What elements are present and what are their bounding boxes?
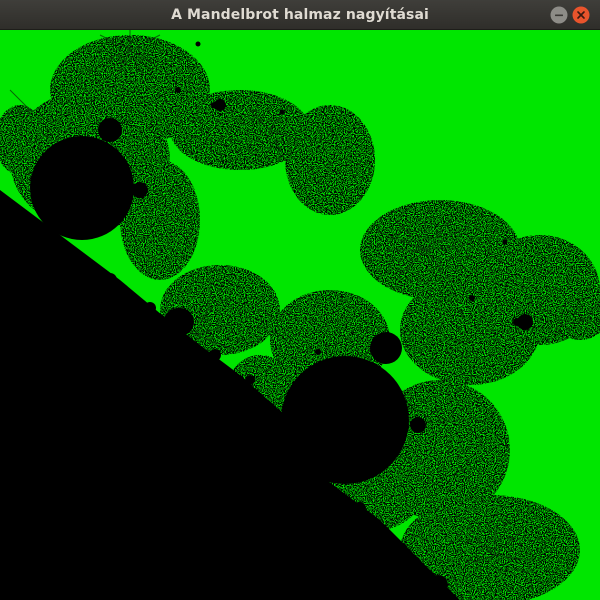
bulb-large-center [281,356,409,484]
bulb-small [370,332,402,364]
bulb-large-upper [30,136,134,240]
window-title: A Mandelbrot halmaz nagyításai [171,7,429,23]
bulb-small [410,417,426,433]
close-button[interactable] [572,6,590,24]
bulb-small [166,308,194,336]
fractal-canvas[interactable] [0,30,600,600]
app-window: A Mandelbrot halmaz nagyításai [0,0,600,600]
minimize-button[interactable] [550,6,568,24]
bulb-small [98,118,122,142]
window-controls [550,6,590,24]
title-bar[interactable]: A Mandelbrot halmaz nagyításai [0,0,600,30]
bulb-small [132,182,148,198]
mandelbrot-image [0,30,600,600]
minimize-icon [550,6,568,24]
close-icon [572,6,590,24]
